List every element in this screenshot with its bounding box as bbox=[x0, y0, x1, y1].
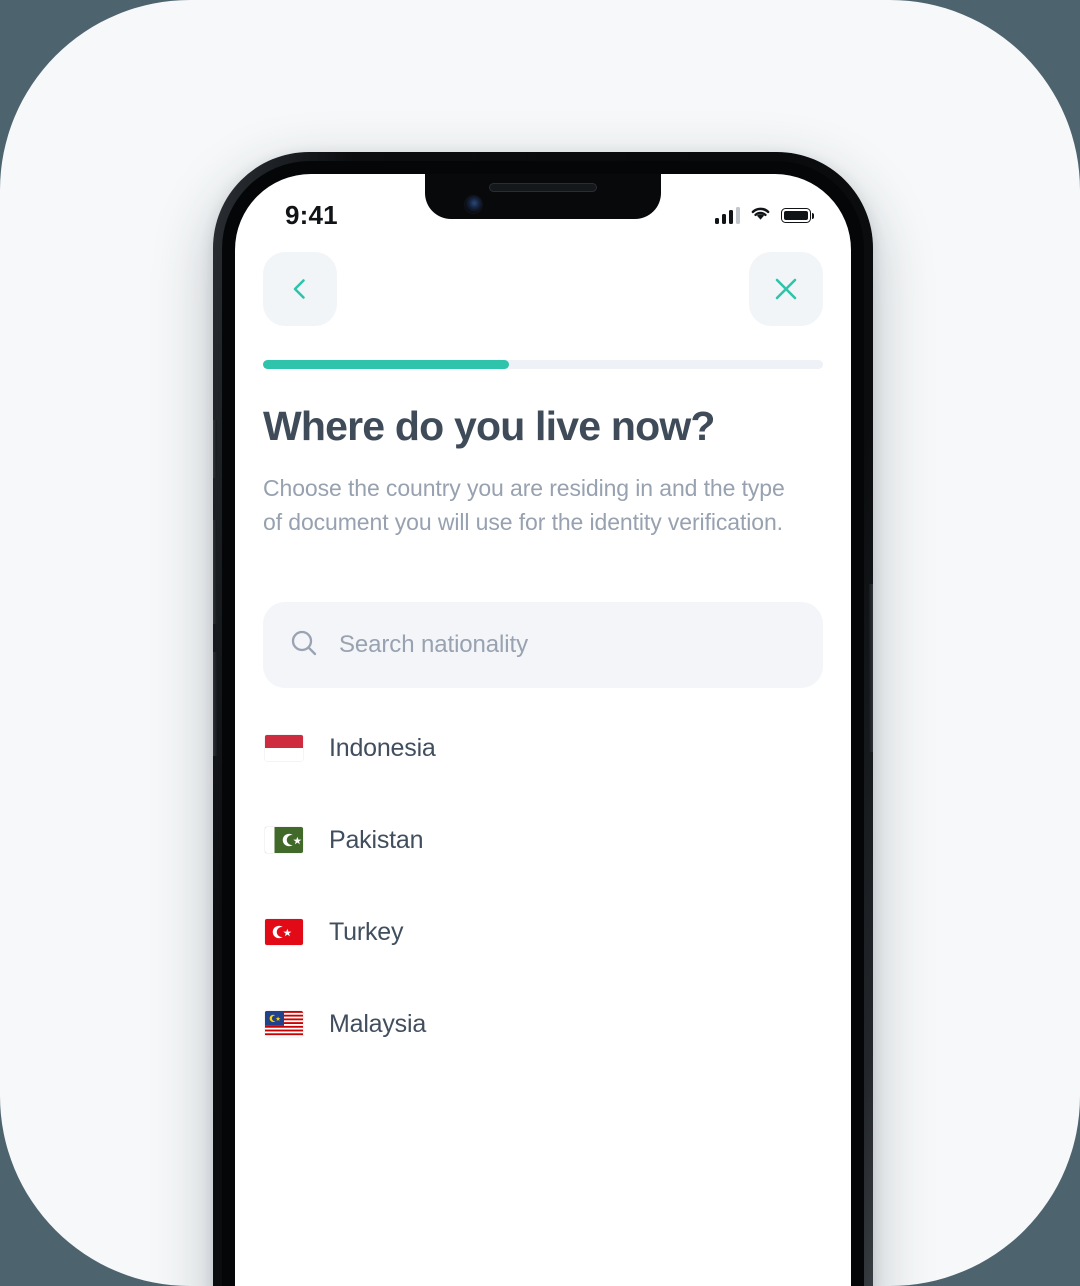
wifi-icon bbox=[749, 204, 772, 226]
phone-device-mockup: 9:41 Where do you live now? Choose the c… bbox=[213, 152, 873, 1286]
volume-down-button[interactable] bbox=[213, 652, 217, 756]
close-x-icon bbox=[772, 275, 800, 303]
status-bar-clock: 9:41 bbox=[285, 199, 338, 230]
country-name: Turkey bbox=[329, 917, 404, 946]
navigation-row bbox=[235, 252, 851, 326]
chevron-left-icon bbox=[287, 276, 313, 302]
phone-screen: 9:41 Where do you live now? Choose the c… bbox=[235, 174, 851, 1286]
volume-up-button[interactable] bbox=[213, 520, 217, 624]
back-button[interactable] bbox=[263, 252, 337, 326]
mute-switch-button[interactable] bbox=[213, 420, 217, 478]
page-description: Choose the country you are residing in a… bbox=[263, 475, 785, 535]
turkey-flag-icon bbox=[265, 919, 303, 945]
country-name: Malaysia bbox=[329, 1009, 427, 1038]
app-content: Where do you live now? Choose the countr… bbox=[235, 174, 851, 1286]
country-list: Indonesia Pakistan Turkey Malaysia bbox=[235, 702, 851, 1070]
country-name: Indonesia bbox=[329, 733, 436, 762]
cellular-signal-icon bbox=[714, 206, 740, 224]
battery-icon bbox=[781, 207, 815, 223]
search-icon bbox=[289, 628, 319, 663]
status-bar-icons bbox=[714, 204, 815, 226]
progress-bar-fill bbox=[263, 360, 510, 369]
country-list-item[interactable]: Malaysia bbox=[235, 978, 851, 1070]
progress-bar-track bbox=[263, 360, 823, 369]
screenshot-stage: 9:41 Where do you live now? Choose the c… bbox=[0, 0, 1080, 1286]
page-title: Where do you live now? bbox=[263, 403, 715, 449]
close-button[interactable] bbox=[749, 252, 823, 326]
pakistan-flag-icon bbox=[265, 827, 303, 853]
search-input-placeholder: Search nationality bbox=[339, 631, 528, 658]
country-list-item[interactable]: Turkey bbox=[235, 886, 851, 978]
status-bar: 9:41 bbox=[235, 174, 851, 242]
power-button[interactable] bbox=[869, 584, 873, 752]
country-list-item[interactable]: Indonesia bbox=[235, 702, 851, 794]
country-name: Pakistan bbox=[329, 825, 424, 854]
country-list-item[interactable]: Pakistan bbox=[235, 794, 851, 886]
search-input[interactable]: Search nationality bbox=[263, 602, 823, 688]
indonesia-flag-icon bbox=[265, 735, 303, 761]
malaysia-flag-icon bbox=[265, 1011, 303, 1037]
